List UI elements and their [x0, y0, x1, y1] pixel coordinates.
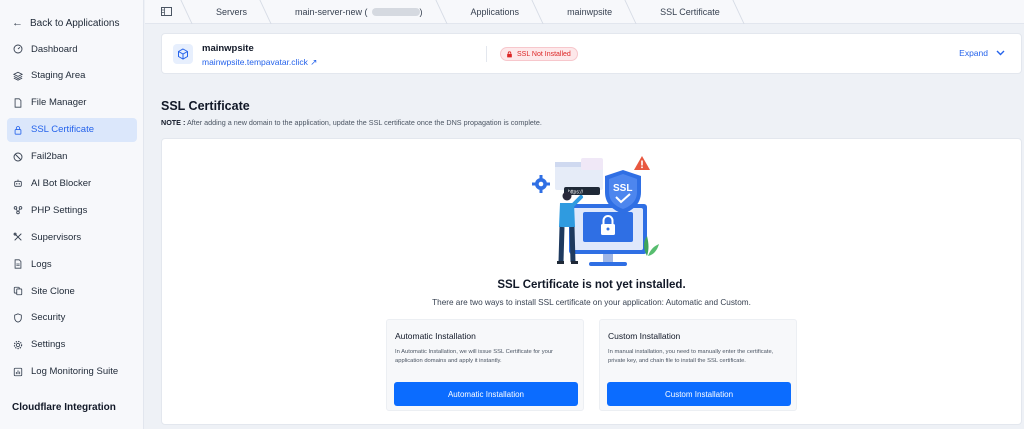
expand-button[interactable]: Expand [959, 48, 1005, 58]
shield-icon [14, 313, 22, 323]
external-link-icon: ↗ [310, 57, 318, 67]
sidebar-item-log-monitoring-suite[interactable]: Log Monitoring Suite [7, 360, 137, 384]
back-label: Back to Applications [30, 17, 120, 29]
sidebar-item-dashboard[interactable]: Dashboard [7, 37, 137, 61]
ban-icon [13, 152, 23, 162]
sidebar-item-label: SSL Certificate [31, 124, 95, 136]
document-icon [14, 259, 22, 269]
status-text: SSL Not Installed [517, 50, 571, 58]
sidebar-item-label: AI Bot Blocker [31, 177, 92, 189]
automatic-installation-card: Automatic Installation In Automatic Inst… [386, 319, 584, 411]
sidebar-item-ssl-certificate[interactable]: SSL Certificate [7, 117, 137, 142]
sidebar-item-label: Site Clone [31, 285, 75, 297]
automatic-installation-button[interactable]: Automatic Installation [394, 382, 578, 406]
stack-icon [13, 71, 23, 81]
back-to-applications-link[interactable]: ← Back to Applications [12, 17, 120, 29]
custom-installation-card: Custom Installation In manual installati… [599, 319, 797, 411]
shield-ssl-text: SSL [613, 183, 632, 194]
lock-icon [507, 50, 512, 57]
breadcrumb-applications[interactable]: Applications [441, 0, 538, 24]
sidebar-item-ai-bot-blocker[interactable]: AI Bot Blocker [7, 171, 137, 195]
breadcrumb-label: mainwpsite [567, 6, 613, 17]
note-text: NOTE : After adding a new domain to the … [161, 118, 542, 127]
dashboard-gauge-icon [13, 44, 23, 54]
application-name: mainwpsite [202, 43, 254, 54]
sidebar-item-settings[interactable]: Settings [7, 333, 137, 357]
sidebar-item-php-settings[interactable]: PHP Settings [7, 198, 137, 222]
page-title: SSL Certificate [161, 99, 250, 113]
sidebar-item-label: Fail2ban [31, 151, 68, 163]
custom-installation-title: Custom Installation [608, 331, 681, 341]
note-prefix: NOTE : [161, 118, 186, 127]
sidebar-item-logs[interactable]: Logs [7, 252, 137, 276]
arrow-left-icon: ← [12, 17, 23, 29]
application-domain-link[interactable]: mainwpsite.tempavatar.click ↗ [202, 57, 317, 68]
ssl-illustration: https:// SSL [532, 156, 659, 266]
robot-icon [14, 180, 22, 188]
sidebar-nav: Dashboard Staging Area File Manager SSL … [7, 37, 137, 387]
custom-installation-button[interactable]: Custom Installation [607, 382, 791, 406]
sidebar-item-label: Dashboard [31, 43, 78, 55]
sidebar-item-label: Log Monitoring Suite [31, 366, 119, 378]
copy-icon [13, 286, 23, 296]
gear-icon [13, 340, 23, 349]
sidebar-toggle-button[interactable] [145, 0, 186, 24]
redacted-ip [371, 7, 420, 16]
domain-text: mainwpsite.tempavatar.click [202, 57, 308, 67]
custom-installation-description: In manual installation, you need to manu… [608, 349, 774, 364]
sidebar-item-label: File Manager [31, 97, 87, 109]
cloudflare-integration-heading: Cloudflare Integration [12, 402, 116, 413]
sidebar-item-label: Security [31, 312, 66, 324]
lock-icon [14, 125, 22, 135]
breadcrumb-server[interactable]: main-server-new () [265, 0, 441, 24]
breadcrumb-current: SSL Certificate [630, 0, 738, 24]
note-body: After adding a new domain to the applica… [186, 118, 542, 127]
status-badge: SSL Not Installed [500, 47, 578, 61]
file-icon [14, 98, 22, 108]
sidebar-item-staging-area[interactable]: Staging Area [7, 64, 137, 88]
breadcrumb-label: Servers [216, 6, 248, 17]
sidebar-item-label: Logs [31, 258, 52, 270]
empty-state-heading: SSL Certificate is not yet installed. [497, 279, 686, 291]
breadcrumb-label: SSL Certificate [660, 6, 720, 17]
sidebar-item-label: Settings [31, 339, 66, 351]
panel-icon [161, 7, 172, 16]
sidebar-item-file-manager[interactable]: File Manager [7, 91, 137, 115]
sidebar-item-security[interactable]: Security [7, 306, 137, 330]
sidebar: ← Back to Applications Dashboard Staging… [0, 0, 144, 429]
sidebar-item-site-clone[interactable]: Site Clone [7, 279, 137, 303]
application-cube-icon [173, 44, 193, 64]
tools-icon [13, 232, 22, 241]
sidebar-item-label: Staging Area [31, 70, 86, 82]
sidebar-item-label: PHP Settings [31, 204, 88, 216]
breadcrumb-application[interactable]: mainwpsite [537, 0, 630, 24]
chevron-down-icon [996, 50, 1005, 56]
sidebar-item-label: Supervisors [31, 231, 82, 243]
empty-state-subheading: There are two ways to install SSL certif… [432, 298, 751, 307]
breadcrumb-servers[interactable]: Servers [186, 0, 265, 24]
chart-icon [13, 367, 23, 376]
nodes-icon [13, 206, 23, 215]
divider [486, 46, 487, 62]
breadcrumb-label: Applications [470, 6, 520, 17]
expand-label: Expand [959, 48, 988, 58]
breadcrumb: Servers main-server-new () Applications … [145, 0, 1024, 24]
application-card: mainwpsite mainwpsite.tempavatar.click ↗… [161, 33, 1022, 74]
ssl-empty-state-panel: https:// SSL SSL Certificate is not yet … [161, 138, 1022, 425]
automatic-installation-title: Automatic Installation [395, 331, 476, 341]
automatic-installation-description: In Automatic Installation, we will issue… [395, 349, 553, 364]
breadcrumb-label: main-server-new ( [295, 6, 368, 17]
sidebar-item-fail2ban[interactable]: Fail2ban [7, 145, 137, 169]
sidebar-item-supervisors[interactable]: Supervisors [7, 225, 137, 249]
